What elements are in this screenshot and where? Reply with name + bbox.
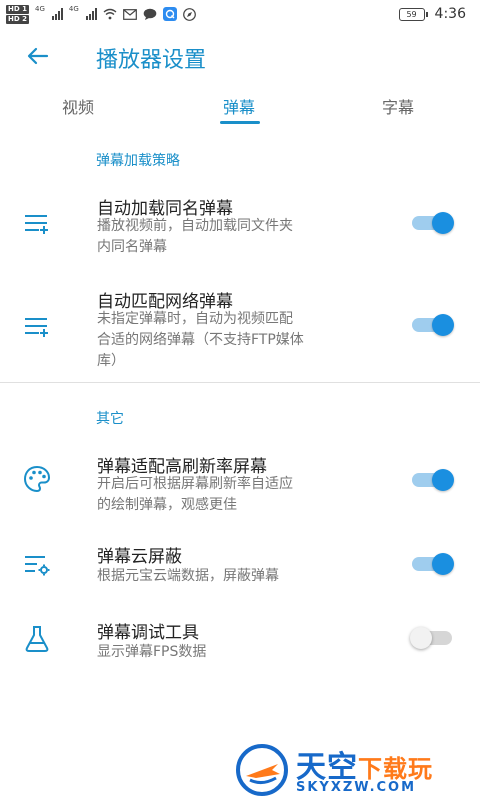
toggle-knob [432, 553, 454, 575]
setting-row-auto-match-network[interactable]: 自动匹配网络弹幕 未指定弹幕时，自动为视频匹配 合适的网络弹幕（不支持FTP媒体… [0, 285, 480, 380]
desc-line: 显示弹幕FPS数据 [97, 644, 207, 660]
status-left: HD 1 HD 2 4G 4G [6, 4, 197, 24]
setting-desc: 根据元宝云端数据，屏蔽弹幕 [97, 566, 377, 587]
setting-desc: 未指定弹幕时，自动为视频匹配 合适的网络弹幕（不支持FTP媒体 库） [97, 309, 377, 372]
battery-level: 59 [406, 9, 417, 19]
watermark: 天空下载玩 SKYXZW.COM [236, 740, 480, 800]
tab-indicator [220, 121, 260, 124]
palette-icon [22, 464, 52, 494]
toggle-knob [432, 469, 454, 491]
setting-title: 弹幕调试工具 [97, 623, 199, 643]
setting-row-debug-tool[interactable]: 弹幕调试工具 显示弹幕FPS数据 [0, 618, 480, 668]
setting-row-auto-load-same-name[interactable]: 自动加载同名弹幕 播放视频前，自动加载同文件夹 内同名弹幕 [0, 190, 480, 280]
wifi-icon [103, 8, 117, 20]
sim1-badge: HD 1 [6, 4, 29, 14]
desc-line: 根据元宝云端数据，屏蔽弹幕 [97, 568, 279, 584]
desc-line: 库） [97, 353, 125, 369]
network-type-2: 4G [68, 4, 79, 13]
back-button[interactable] [24, 42, 52, 70]
toggle-auto-match-network[interactable] [410, 313, 456, 337]
toggle-knob [410, 627, 432, 649]
toggle-high-refresh[interactable] [410, 468, 456, 492]
toggle-debug-tool[interactable] [410, 626, 456, 650]
desc-line: 的绘制弹幕，观感更佳 [97, 497, 237, 513]
app-notification-icon [162, 7, 177, 21]
desc-line: 内同名弹幕 [97, 239, 167, 255]
compass-icon [183, 7, 197, 21]
toggle-knob [432, 212, 454, 234]
desc-line: 未指定弹幕时，自动为视频匹配 [97, 311, 293, 327]
list-settings-icon [22, 550, 52, 580]
page-title: 播放器设置 [96, 48, 207, 73]
toggle-knob [432, 314, 454, 336]
sim-indicators: HD 1 HD 2 [6, 4, 29, 24]
playlist-add-icon [22, 208, 52, 238]
tab-bar: 视频 弹幕 字幕 [0, 88, 480, 124]
setting-row-cloud-block[interactable]: 弹幕云屏蔽 根据元宝云端数据，屏蔽弹幕 [0, 542, 480, 592]
mail-icon [122, 8, 137, 20]
signal-2-icon [85, 8, 97, 20]
watermark-logo-icon [236, 744, 288, 796]
tab-subtitle[interactable]: 字幕 [382, 94, 414, 118]
tab-danmaku[interactable]: 弹幕 [223, 94, 255, 118]
toggle-auto-load-same-name[interactable] [410, 211, 456, 235]
status-right: 59 4:36 [398, 6, 466, 22]
signal-1-icon [51, 8, 63, 20]
playlist-add-icon [22, 311, 52, 341]
section-title-other: 其它 [96, 411, 124, 427]
chat-icon [143, 8, 157, 20]
section-title-loading: 弹幕加载策略 [96, 153, 180, 169]
flask-icon [22, 624, 52, 654]
arrow-left-icon [27, 47, 49, 65]
setting-row-high-refresh[interactable]: 弹幕适配高刷新率屏幕 开启后可根据屏幕刷新率自适应 的绘制弹幕，观感更佳 [0, 452, 480, 522]
setting-title: 弹幕云屏蔽 [97, 547, 182, 567]
battery-icon: 59 [398, 7, 428, 21]
watermark-url: SKYXZW.COM [296, 780, 417, 795]
status-bar: HD 1 HD 2 4G 4G 59 4:36 [0, 0, 480, 28]
clock: 4:36 [434, 6, 466, 22]
watermark-brand-b: 下载玩 [358, 755, 433, 783]
setting-desc: 显示弹幕FPS数据 [97, 642, 377, 663]
section-divider [0, 382, 480, 383]
app-bar: 播放器设置 [0, 30, 480, 82]
setting-desc: 播放视频前，自动加载同文件夹 内同名弹幕 [97, 216, 377, 258]
desc-line: 合适的网络弹幕（不支持FTP媒体 [97, 332, 304, 348]
network-type-1: 4G [34, 4, 45, 13]
sim2-badge: HD 2 [6, 14, 29, 24]
tab-video[interactable]: 视频 [62, 94, 94, 118]
toggle-cloud-block[interactable] [410, 552, 456, 576]
desc-line: 开启后可根据屏幕刷新率自适应 [97, 476, 293, 492]
desc-line: 播放视频前，自动加载同文件夹 [97, 218, 293, 234]
setting-desc: 开启后可根据屏幕刷新率自适应 的绘制弹幕，观感更佳 [97, 474, 377, 516]
